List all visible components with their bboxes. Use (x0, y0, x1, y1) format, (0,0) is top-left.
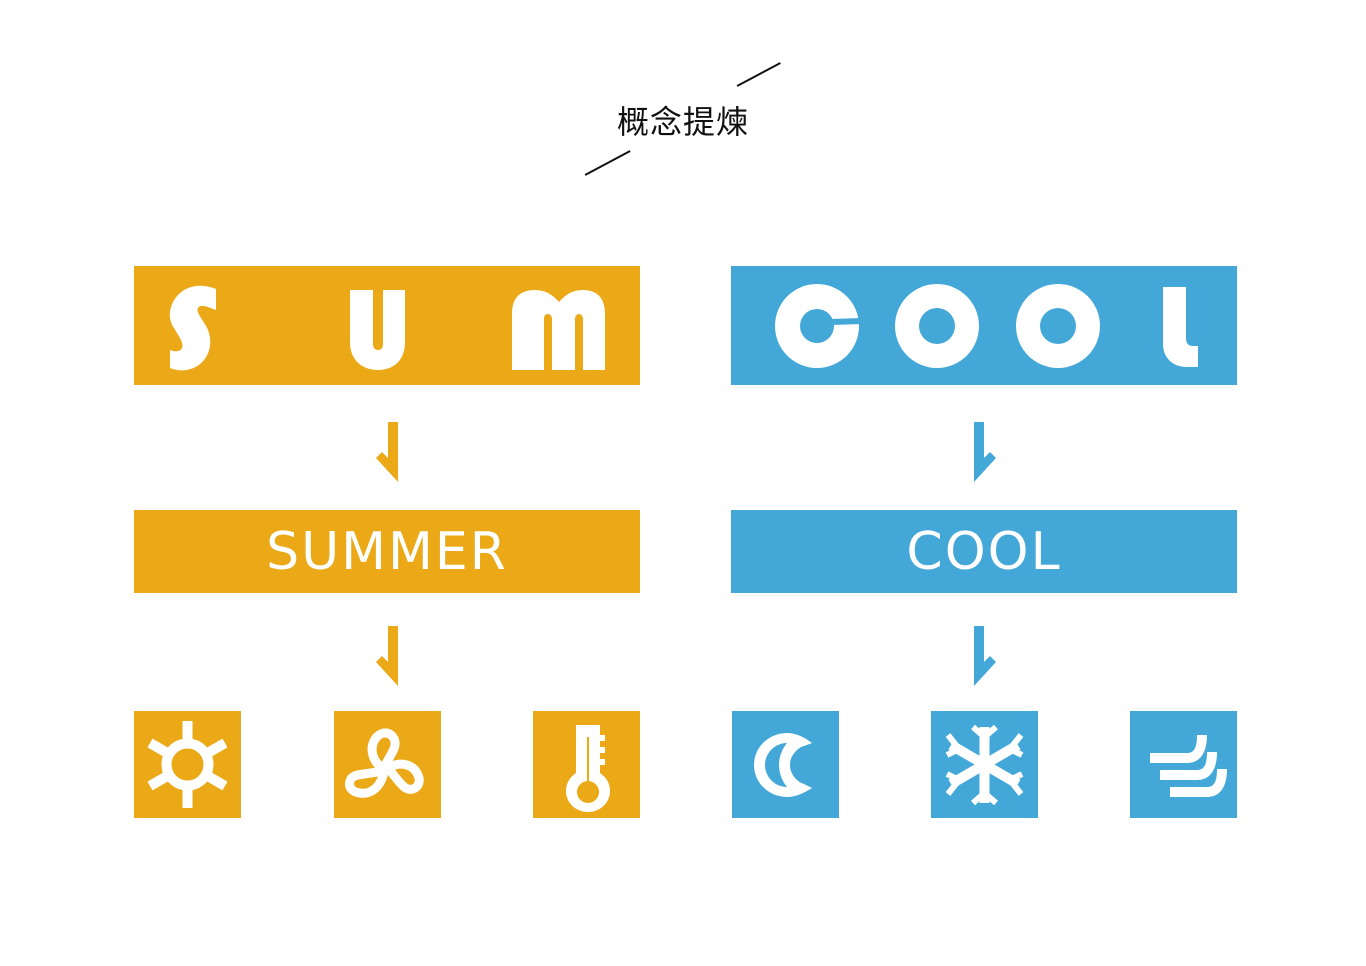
logo-letter-o (895, 284, 979, 368)
sum-logo-bar (134, 266, 640, 385)
fan-icon (345, 728, 424, 798)
snowflake-icon (945, 724, 1024, 806)
cool-logo-wordmark (775, 284, 1198, 368)
moon-icon (754, 733, 812, 797)
arrow-down-icon (972, 626, 998, 688)
logo-letter-s (169, 285, 216, 371)
sum-logo-wordmark (169, 285, 605, 371)
wind-tile (1130, 711, 1237, 818)
cool-concept-bar: COOL (731, 510, 1237, 593)
arrow-down-icon (374, 626, 400, 688)
thermometer-icon (566, 725, 610, 812)
snowflake-tile (931, 711, 1038, 818)
summer-concept-bar: SUMMER (134, 510, 640, 593)
sun-icon (147, 721, 228, 808)
logo-letter-c (775, 284, 863, 368)
sun-tile (134, 711, 241, 818)
cool-concept-label: COOL (906, 521, 1062, 582)
decorative-slash-top (736, 62, 781, 87)
summer-concept-label: SUMMER (266, 521, 508, 582)
thermometer-tile (533, 711, 640, 818)
decorative-slash-bottom (584, 150, 631, 176)
arrow-down-icon (972, 422, 998, 484)
logo-letter-o (1016, 284, 1100, 368)
fan-tile (334, 711, 441, 818)
page-title: 概念提煉 (616, 103, 749, 141)
moon-tile (732, 711, 839, 818)
wind-icon (1150, 735, 1227, 797)
cool-logo-bar (731, 266, 1237, 385)
logo-letter-u (350, 290, 405, 370)
logo-letter-l (1163, 287, 1198, 367)
logo-letter-m (512, 290, 605, 370)
arrow-down-icon (374, 422, 400, 484)
